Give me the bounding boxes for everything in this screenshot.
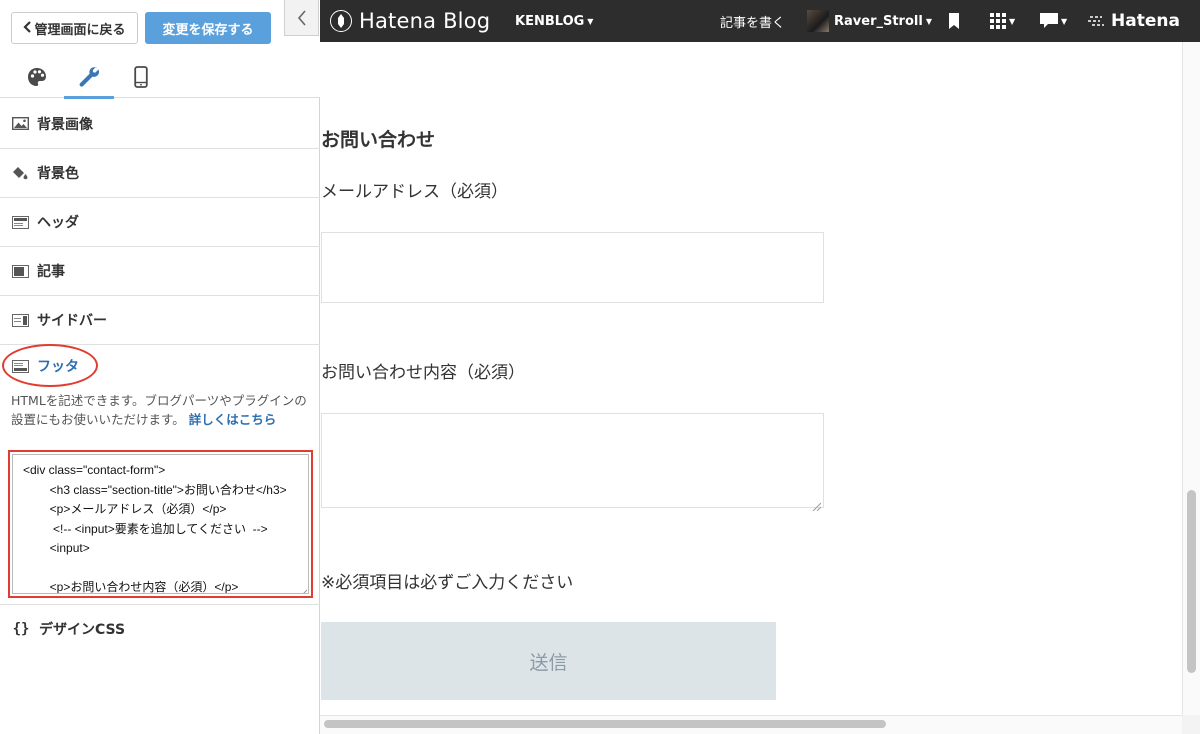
- section-label: フッタ: [37, 359, 79, 375]
- section-label: サイドバー: [37, 313, 107, 329]
- section-header[interactable]: ヘッダ: [0, 198, 320, 247]
- username: Raver_Stroll: [834, 13, 923, 29]
- write-article-label: 記事を書く: [720, 15, 786, 31]
- footer-html-code: <div class="contact-form"> <h3 class="se…: [23, 463, 287, 594]
- layout-sidebar-icon: [11, 313, 29, 327]
- user-menu[interactable]: Raver_Stroll ▼: [807, 0, 932, 42]
- blog-selector[interactable]: KENBLOG ▼: [515, 0, 593, 42]
- avatar: [807, 10, 829, 32]
- notifications-button[interactable]: ▼: [1040, 0, 1067, 42]
- footer-description: HTMLを記述できます。ブログパーツやプラグインの設置にもお使いいただけます。 …: [11, 391, 309, 429]
- collapse-panel-button[interactable]: [284, 0, 319, 36]
- required-note: ※必須項目は必ずご入力ください: [321, 573, 574, 593]
- smartphone-icon: [134, 66, 148, 88]
- layout-article-icon: [11, 264, 29, 278]
- bookmark-button[interactable]: [948, 0, 960, 42]
- hatena-topbar: Hatena Blog KENBLOG ▼ 記事を書く Raver_Stroll ▼…: [320, 0, 1200, 42]
- save-changes-label: 変更を保存する: [162, 22, 254, 38]
- caret-down-icon: ▼: [1009, 16, 1016, 26]
- section-design-css[interactable]: {} デザインCSS: [0, 605, 320, 653]
- hatena-mark-icon: [1088, 16, 1104, 26]
- email-label: メールアドレス（必須）: [321, 182, 508, 202]
- vertical-scrollbar[interactable]: [1182, 42, 1200, 715]
- form-title: お問い合わせ: [321, 129, 436, 151]
- section-label: ヘッダ: [37, 215, 79, 231]
- braces-icon: {}: [12, 621, 30, 637]
- hatena-brand-text: Hatena: [1111, 11, 1180, 31]
- tab-smartphone[interactable]: [116, 56, 166, 98]
- speech-bubble-icon: [1040, 13, 1058, 28]
- caret-down-icon: ▼: [925, 16, 932, 26]
- pen-icon: [330, 10, 352, 32]
- footer-html-textarea[interactable]: <div class="contact-form"> <h3 class="se…: [12, 454, 309, 594]
- logo-text: Hatena Blog: [359, 9, 491, 33]
- hatena-blog-logo[interactable]: Hatena Blog: [330, 0, 490, 42]
- back-to-admin-button[interactable]: 管理画面に戻る: [11, 12, 138, 44]
- message-textarea[interactable]: [321, 413, 824, 512]
- section-label: デザインCSS: [39, 622, 126, 638]
- scrollbar-corner: [1182, 715, 1200, 734]
- blog-name: KENBLOG: [515, 13, 585, 29]
- resize-handle-icon[interactable]: [812, 496, 822, 512]
- horizontal-scrollbar-thumb[interactable]: [324, 720, 886, 728]
- layout-header-icon: [11, 215, 29, 229]
- wrench-icon: [79, 67, 100, 87]
- back-to-admin-label: 管理画面に戻る: [34, 22, 126, 38]
- chevron-left-icon: [23, 20, 32, 36]
- write-article-link[interactable]: 記事を書く: [720, 0, 785, 42]
- resize-handle-icon[interactable]: [299, 584, 308, 593]
- tab-theme[interactable]: [12, 56, 62, 98]
- section-label: 背景画像: [37, 116, 93, 133]
- vertical-scrollbar-thumb[interactable]: [1187, 490, 1196, 673]
- layout-footer-icon: [11, 359, 29, 373]
- message-label: お問い合わせ内容（必須）: [321, 363, 525, 383]
- save-changes-button[interactable]: 変更を保存する: [145, 12, 271, 44]
- section-footer[interactable]: フッタ: [0, 345, 320, 387]
- caret-down-icon: ▼: [587, 16, 594, 26]
- section-background-color[interactable]: 背景色: [0, 149, 320, 198]
- submit-button[interactable]: 送信: [321, 622, 776, 700]
- chevron-left-icon: [297, 9, 306, 26]
- section-label: 背景色: [37, 166, 79, 182]
- section-article[interactable]: 記事: [0, 247, 320, 296]
- submit-label: 送信: [529, 651, 568, 674]
- section-sidebar[interactable]: サイドバー: [0, 296, 320, 345]
- hatena-brand-link[interactable]: Hatena: [1088, 0, 1180, 42]
- highlight-box: <div class="contact-form"> <h3 class="se…: [8, 450, 313, 598]
- grid-icon: [990, 13, 1006, 29]
- caret-down-icon: ▼: [1061, 16, 1068, 26]
- horizontal-scrollbar[interactable]: [320, 715, 1182, 734]
- paint-bucket-icon: [11, 166, 29, 180]
- email-input[interactable]: [321, 232, 824, 303]
- tab-customize[interactable]: [64, 56, 114, 99]
- section-label: 記事: [37, 264, 65, 280]
- palette-icon: [28, 68, 46, 86]
- section-background-image[interactable]: 背景画像: [0, 99, 320, 149]
- apps-menu-button[interactable]: ▼: [990, 0, 1015, 42]
- bookmark-icon: [949, 13, 959, 29]
- image-icon: [11, 117, 29, 131]
- details-link[interactable]: 詳しくはこちら: [189, 412, 277, 427]
- panel-header: 管理画面に戻る 変更を保存する: [0, 0, 320, 99]
- blog-preview: お問い合わせ メールアドレス（必須） お問い合わせ内容（必須） ※必須項目は必ず…: [320, 42, 1182, 715]
- design-panel: 管理画面に戻る 変更を保存する 背景画像 背景色 ヘッダ 記事 サイドバー フッ…: [0, 0, 320, 734]
